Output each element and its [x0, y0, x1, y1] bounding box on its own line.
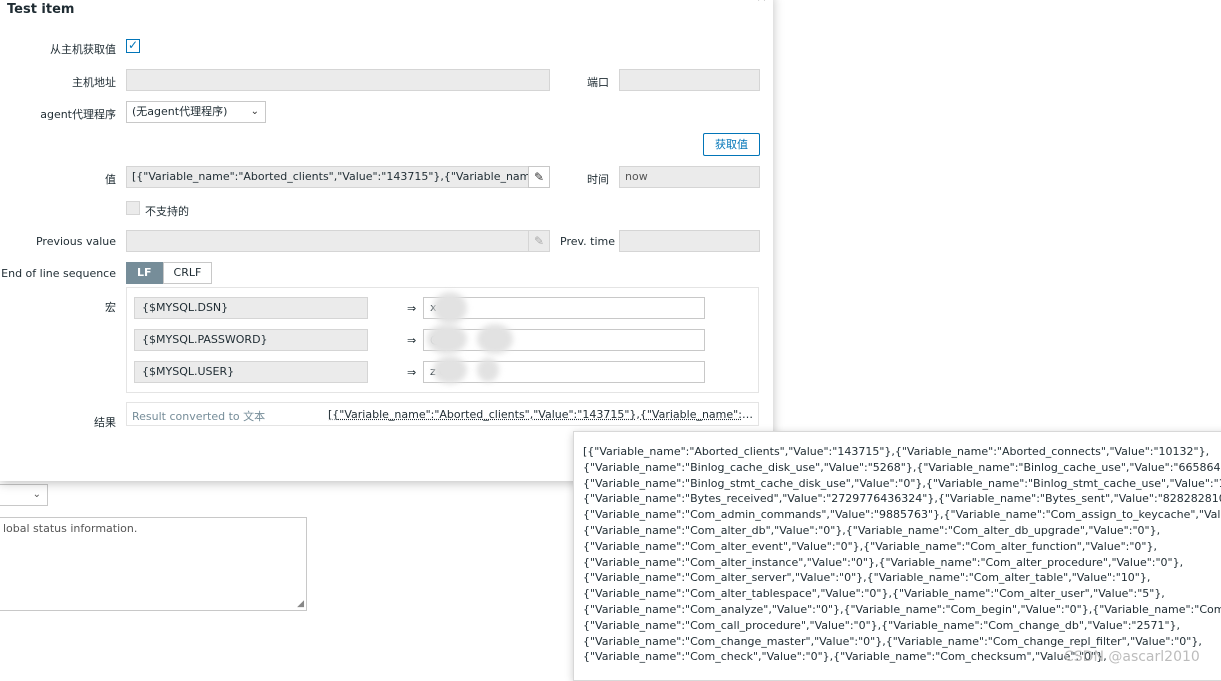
- eol-label: End of line sequence: [1, 267, 116, 280]
- result-field: Result converted to 文本 [{"Variable_name"…: [126, 402, 759, 426]
- popup-line: {"Variable_name":"Bytes_received","Value…: [583, 492, 1221, 506]
- result-value-link[interactable]: [{"Variable_name":"Aborted_clients","Val…: [328, 408, 753, 421]
- popup-line: {"Variable_name":"Com_alter_event","Valu…: [583, 539, 1157, 553]
- value-input[interactable]: [{"Variable_name":"Aborted_clients","Val…: [126, 166, 529, 188]
- time-input[interactable]: now: [619, 166, 760, 188]
- proxy-select[interactable]: (无agent代理程序) ⌄: [126, 101, 266, 123]
- chevron-down-icon: ⌄: [250, 106, 259, 117]
- popup-line: {"Variable_name":"Com_call_procedure","V…: [583, 618, 1181, 632]
- macros-table: {$MYSQL.DSN} ⇒ x ql {$MYSQL.PASSWORD} ⇒ …: [126, 287, 759, 393]
- result-converted-note: Result converted to 文本: [132, 410, 266, 423]
- eol-option-lf[interactable]: LF: [126, 262, 163, 284]
- previous-value-input: [126, 230, 529, 252]
- popup-line: {"Variable_name":"Com_change_master","Va…: [583, 634, 1202, 648]
- redaction-blur: [477, 324, 513, 354]
- result-hint-popup: [{"Variable_name":"Aborted_clients","Val…: [573, 431, 1221, 681]
- get-from-host-checkbox[interactable]: ✓: [126, 39, 140, 53]
- redaction-blur: [427, 324, 467, 354]
- popup-line: {"Variable_name":"Binlog_cache_disk_use"…: [583, 460, 1221, 474]
- eol-option-crlf[interactable]: CRLF: [162, 262, 213, 284]
- background-select[interactable]: ⌄: [0, 484, 48, 506]
- macro-arrow: ⇒: [407, 302, 417, 315]
- macros-label: 宏: [105, 301, 116, 314]
- popup-line: {"Variable_name":"Binlog_stmt_cache_disk…: [583, 476, 1221, 490]
- dialog-title: Test item: [7, 2, 75, 17]
- popup-line: {"Variable_name":"Com_alter_instance","V…: [583, 555, 1184, 569]
- watermark: CSDN @ascarl2010: [1064, 649, 1200, 665]
- popup-line: {"Variable_name":"Com_alter_tablespace",…: [583, 587, 1165, 601]
- background-description-textarea[interactable]: lobal status information. ◢: [0, 517, 307, 611]
- pencil-icon: ✎: [528, 230, 550, 252]
- chevron-down-icon: ⌄: [32, 489, 41, 500]
- popup-line: [{"Variable_name":"Aborted_clients","Val…: [583, 445, 1210, 458]
- not-supported-checkbox[interactable]: [126, 201, 140, 215]
- macro-arrow: ⇒: [407, 366, 417, 379]
- popup-line: {"Variable_name":"Com_alter_server","Val…: [583, 571, 1151, 585]
- get-from-host-label: 从主机获取值: [50, 43, 116, 56]
- port-input[interactable]: [619, 69, 760, 91]
- redaction-blur: [433, 356, 467, 384]
- macro-name-field: {$MYSQL.USER}: [134, 361, 368, 383]
- host-address-label: 主机地址: [72, 76, 116, 89]
- redaction-blur: [433, 292, 467, 324]
- resize-grip-icon[interactable]: ◢: [297, 599, 304, 609]
- checkmark-icon: ✓: [127, 38, 139, 52]
- prev-time-input: [619, 230, 760, 252]
- port-label: 端口: [587, 76, 609, 89]
- macro-name-field: {$MYSQL.PASSWORD}: [134, 329, 368, 351]
- prev-time-label: Prev. time: [560, 235, 615, 248]
- time-label: 时间: [587, 173, 609, 186]
- host-address-input[interactable]: [126, 69, 550, 91]
- proxy-selected-value: (无agent代理程序): [132, 105, 228, 118]
- result-label: 结果: [94, 416, 116, 429]
- value-label: 值: [105, 173, 116, 186]
- popup-line: {"Variable_name":"Com_analyze","Value":"…: [583, 602, 1221, 616]
- macro-arrow: ⇒: [407, 334, 417, 347]
- close-icon[interactable]: ×: [756, 0, 767, 5]
- test-item-dialog: Test item × 从主机获取值 ✓ 主机地址 端口 agent代理程序 (…: [0, 0, 773, 481]
- redaction-blur: [477, 358, 499, 382]
- popup-line: {"Variable_name":"Com_admin_commands","V…: [583, 508, 1221, 522]
- not-supported-label: 不支持的: [145, 205, 189, 218]
- get-value-button[interactable]: 获取值: [703, 133, 760, 156]
- proxy-label: agent代理程序: [40, 108, 116, 121]
- background-description-text: lobal status information.: [3, 522, 138, 535]
- pencil-icon[interactable]: ✎: [528, 166, 550, 188]
- previous-value-label: Previous value: [35, 235, 116, 248]
- macro-name-field: {$MYSQL.DSN}: [134, 297, 368, 319]
- eol-segmented-control: LF CRLF: [126, 262, 213, 284]
- popup-line: {"Variable_name":"Com_alter_db","Value":…: [583, 523, 1161, 537]
